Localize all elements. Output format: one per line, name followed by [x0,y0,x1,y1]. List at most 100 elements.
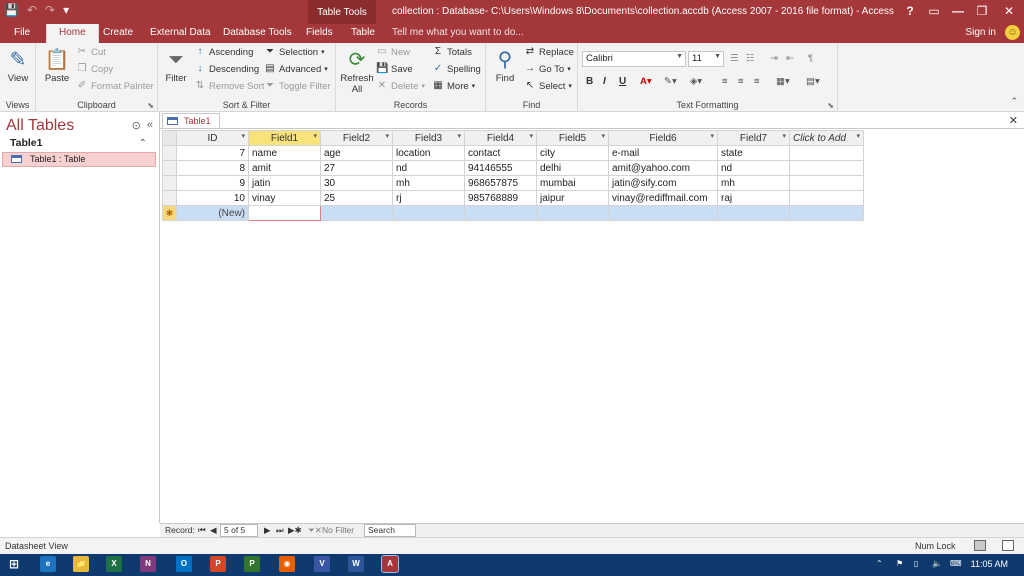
chevron-down-icon[interactable]: ▾ [601,132,605,140]
table-cell[interactable]: amit@yahoo.com [608,160,718,176]
table-cell[interactable]: age [320,145,393,161]
table-cell[interactable]: 9 [176,175,249,191]
shutter-bar-close-icon[interactable]: « [147,119,153,132]
start-button[interactable]: ⊞ [6,556,22,572]
sort-descending-button[interactable]: ↓ Descending [194,63,260,75]
column-header-field2[interactable]: Field2 ▾ [320,130,393,146]
file-explorer-icon[interactable]: 📁 [73,556,89,572]
column-header-field3[interactable]: Field3 ▾ [392,130,465,146]
align-left-icon[interactable]: ≡ [722,76,728,87]
font-color-icon[interactable]: A▾ [640,76,652,87]
table-cell[interactable]: location [392,145,465,161]
delete-record-button[interactable]: ✕ Delete ▾ [376,80,425,92]
table-cell[interactable]: vinay [248,190,321,206]
record-selector[interactable] [162,160,177,176]
alternate-row-color-icon[interactable]: ▤▾ [806,76,820,87]
ribbon-display-options-icon[interactable]: ▭ [922,0,946,24]
remove-sort-button[interactable]: ⇅ Remove Sort [194,80,265,92]
table-cell[interactable] [789,145,864,161]
keyboard-icon[interactable]: ⌨ [950,559,962,568]
current-record-input[interactable]: 5 of 5 [220,524,258,537]
new-record-nav-icon[interactable]: ▶✱ [288,525,302,536]
save-icon[interactable]: 💾 [4,3,19,17]
font-size-combo[interactable]: 11 ▼ [688,51,724,67]
next-record-icon[interactable]: ▶ [264,525,271,536]
network-icon[interactable]: ⚑ [896,559,903,568]
table-cell[interactable]: 27 [320,160,393,176]
table-cell[interactable]: mh [392,175,465,191]
find-button[interactable]: ⚲ Find [490,47,520,84]
fill-color-icon[interactable]: ◈▾ [690,76,702,87]
chevron-down-icon[interactable]: ▾ [313,132,317,140]
cut-button[interactable]: ✂ Cut [76,46,106,58]
advanced-button[interactable]: ▤ Advanced ▾ [264,63,328,75]
redo-icon[interactable]: ↷ [45,3,55,17]
table-cell[interactable]: 968657875 [464,175,537,191]
tab-external-data[interactable]: External Data [150,27,211,38]
column-header-click-to-add[interactable]: Click to Add ▾ [789,130,864,146]
sign-in-link[interactable]: Sign in [965,27,996,38]
customize-qat-icon[interactable]: ▾ [63,3,69,17]
table-cell[interactable]: mh [717,175,790,191]
collapse-group-icon[interactable]: ⌃ [139,138,147,149]
replace-button[interactable]: ⇄ Replace [524,46,574,58]
tab-home[interactable]: Home [46,24,99,43]
tray-up-arrow-icon[interactable]: ⌃ [876,559,883,568]
first-record-icon[interactable]: ⏮ [198,525,206,536]
table-cell[interactable]: vinay@rediffmail.com [608,190,718,206]
onenote-icon[interactable]: N [140,556,156,572]
sort-ascending-button[interactable]: ↑ Ascending [194,46,254,58]
table-cell[interactable]: raj [717,190,790,206]
underline-button[interactable]: U [619,76,626,87]
nav-group-header[interactable]: Table1 [10,137,42,149]
outlook-icon[interactable]: O [176,556,192,572]
power-icon[interactable]: ▯ [914,559,918,568]
document-tab-table1[interactable]: Table1 [162,113,220,128]
table-cell[interactable]: jatin [248,175,321,191]
column-header-id[interactable]: ID ▾ [176,130,249,146]
column-header-field6[interactable]: Field6 ▾ [608,130,718,146]
table-cell[interactable]: state [717,145,790,161]
table-cell[interactable]: nd [392,160,465,176]
bold-button[interactable]: B [586,76,593,87]
table-cell[interactable]: delhi [536,160,609,176]
align-right-icon[interactable]: ≡ [754,76,760,87]
chevron-down-icon[interactable]: ▾ [529,132,533,140]
table-cell[interactable] [608,205,718,221]
paste-button[interactable]: 📋 Paste [42,47,72,84]
last-record-icon[interactable]: ⏭ [276,525,284,536]
table-cell[interactable]: amit [248,160,321,176]
table-cell[interactable]: jatin@sify.com [608,175,718,191]
chevron-down-icon[interactable]: ▾ [710,132,714,140]
tab-table[interactable]: Table [351,27,375,38]
table-cell[interactable] [392,205,465,221]
table-cell[interactable] [789,190,864,206]
previous-record-icon[interactable]: ◀ [210,525,217,536]
align-center-icon[interactable]: ≡ [738,76,744,87]
gridlines-icon[interactable]: ▦▾ [776,76,790,87]
clipboard-launcher-icon[interactable]: ⬊ [147,101,154,110]
totals-button[interactable]: Σ Totals [432,46,472,58]
table-cell[interactable]: city [536,145,609,161]
new-record-id-cell[interactable]: (New) [176,205,249,221]
chevron-down-icon[interactable]: ▾ [782,132,786,140]
table-cell[interactable] [464,205,537,221]
tab-create[interactable]: Create [103,27,133,38]
indent-increase-icon[interactable]: ⇥ [770,53,778,64]
table-cell[interactable]: 10 [176,190,249,206]
powerpoint-icon[interactable]: P [210,556,226,572]
new-record-marker-icon[interactable]: ✱ [162,205,177,221]
no-filter-label[interactable]: No Filter [322,525,354,535]
active-cell[interactable] [248,205,321,221]
tab-file[interactable]: File [14,27,30,38]
collapse-ribbon-icon[interactable]: ⌃ [1010,96,1018,107]
column-header-field1[interactable]: Field1 ▾ [248,130,321,146]
table-cell[interactable]: 94146555 [464,160,537,176]
column-header-field4[interactable]: Field4 ▾ [464,130,537,146]
view-button[interactable]: ✎ View [4,47,32,84]
datasheet-view-icon[interactable] [974,540,986,551]
nav-pane-title[interactable]: All Tables [6,117,74,135]
save-record-button[interactable]: 💾 Save [376,63,413,75]
selection-button[interactable]: ⏷ Selection ▾ [264,46,325,58]
text-formatting-launcher-icon[interactable]: ⬊ [827,101,834,110]
